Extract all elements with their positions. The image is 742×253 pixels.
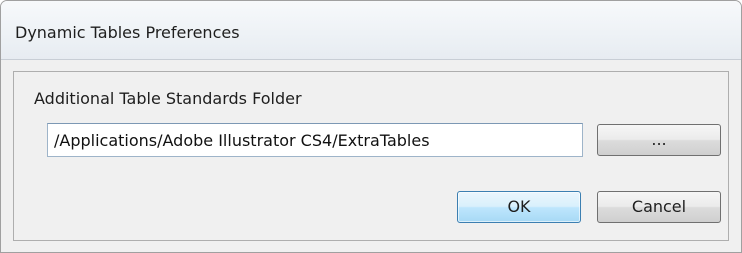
preferences-dialog: Dynamic Tables Preferences Additional Ta… [0, 0, 742, 253]
title-bar[interactable]: Dynamic Tables Preferences [1, 1, 741, 60]
ok-button[interactable]: OK [457, 191, 581, 223]
folder-label: Additional Table Standards Folder [34, 89, 302, 108]
cancel-button[interactable]: Cancel [597, 191, 721, 223]
browse-button[interactable]: ... [597, 124, 721, 156]
dialog-title: Dynamic Tables Preferences [15, 23, 240, 42]
folder-path-input[interactable] [47, 123, 583, 157]
